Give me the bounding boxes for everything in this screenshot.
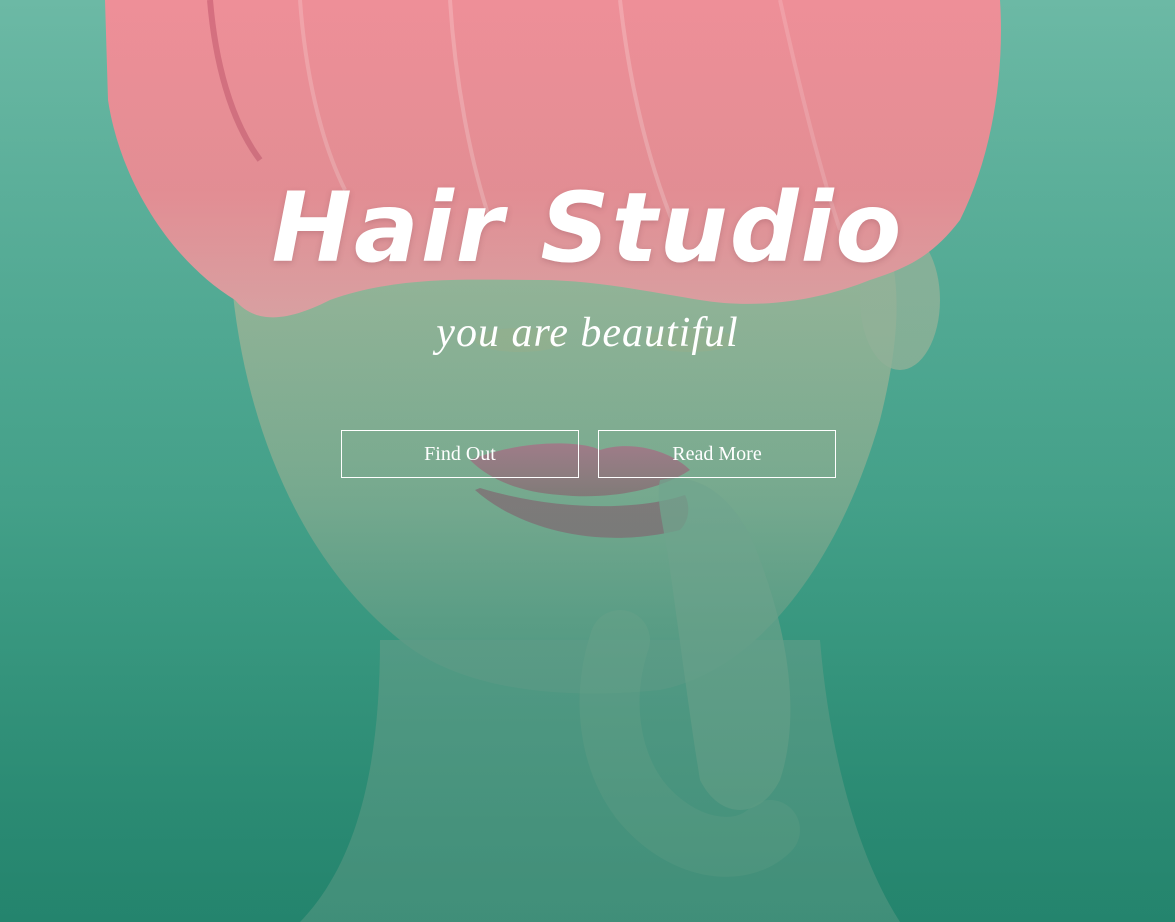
site-title: Hair Studio	[271, 172, 904, 284]
hero-section: Hair Studio you are beautiful Find Out R…	[0, 0, 1175, 922]
find-out-button[interactable]: Find Out	[341, 430, 579, 478]
color-overlay	[0, 0, 1175, 922]
tagline: you are beautiful	[436, 310, 739, 356]
read-more-button[interactable]: Read More	[598, 430, 836, 478]
